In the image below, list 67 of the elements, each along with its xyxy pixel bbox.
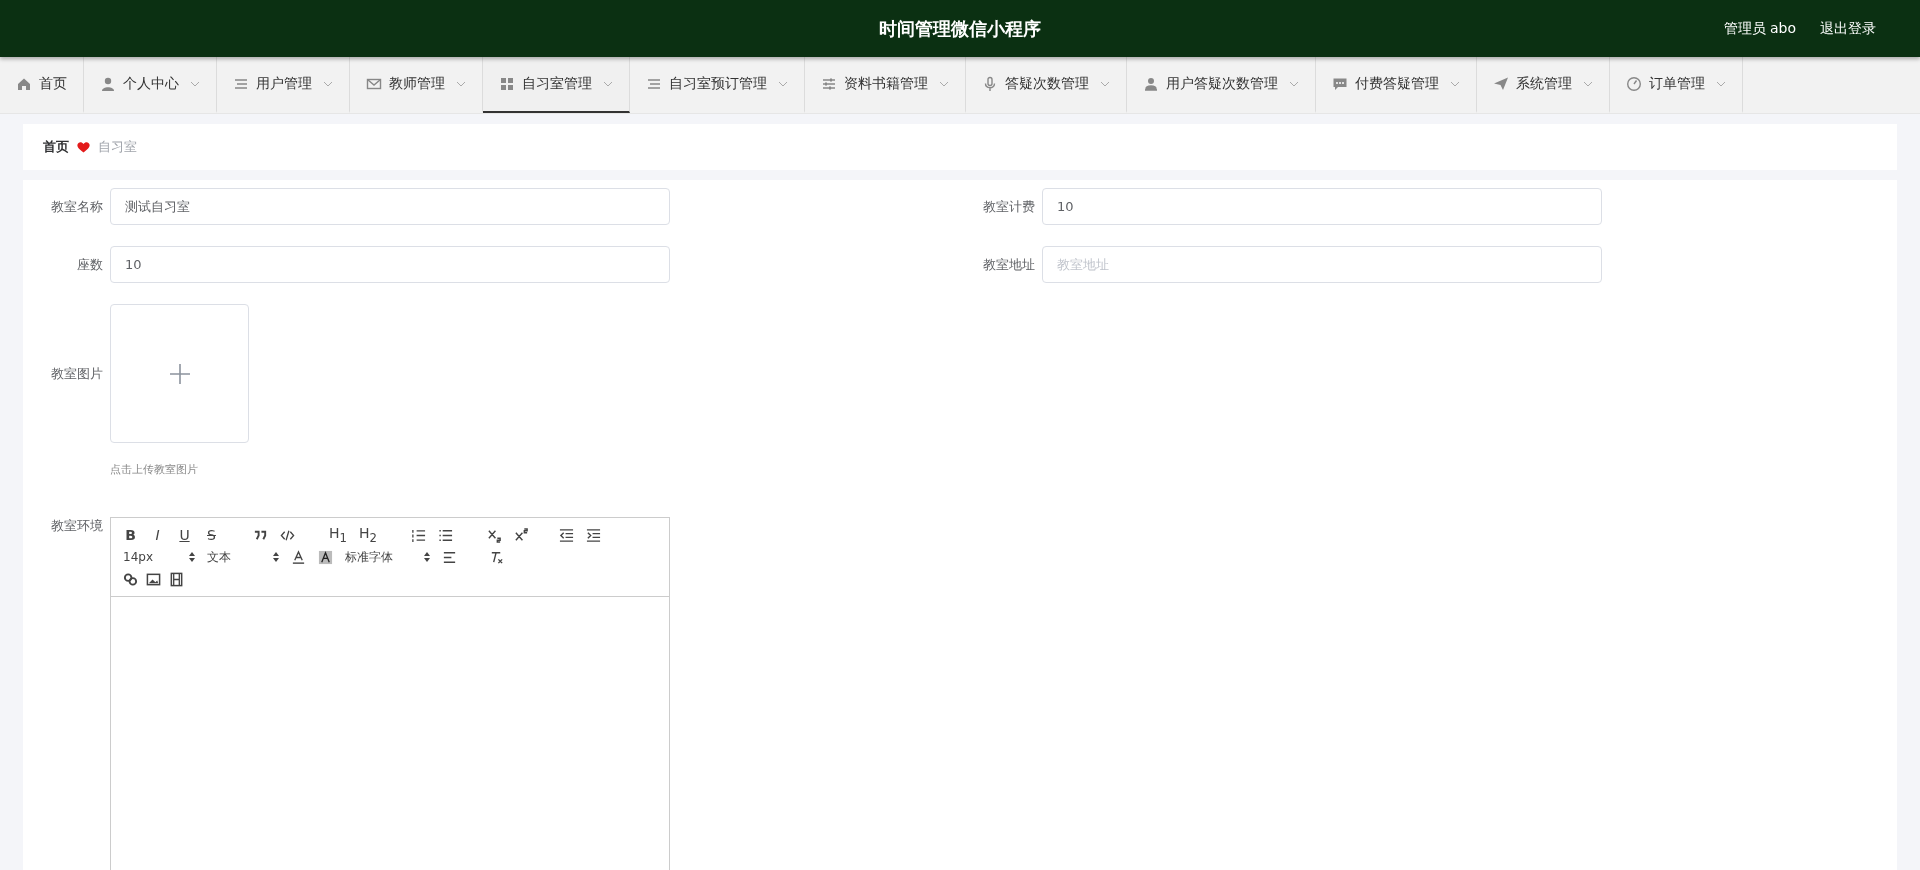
- link-icon: [123, 571, 138, 587]
- format-button[interactable]: S: [204, 527, 219, 543]
- heading-button[interactable]: H$_{1}$: [329, 525, 347, 545]
- person-icon: [1143, 76, 1159, 92]
- format-button[interactable]: U: [177, 527, 192, 543]
- field-label: 教室图片: [50, 364, 104, 383]
- nav-tab[interactable]: 订单管理: [1610, 57, 1743, 113]
- editor-select[interactable]: 标准字体: [345, 548, 430, 566]
- nav-tab[interactable]: 系统管理: [1477, 57, 1610, 113]
- nav-tab[interactable]: 资料书籍管理: [805, 57, 966, 113]
- nav-tab[interactable]: 答疑次数管理: [966, 57, 1127, 113]
- subscript-icon: [486, 527, 502, 543]
- plus-icon: [168, 362, 191, 385]
- nav-tab[interactable]: 自习室预订管理: [630, 57, 805, 113]
- address-input[interactable]: 教室地址: [1042, 246, 1602, 283]
- editor-select[interactable]: 文本: [207, 548, 279, 566]
- person-icon: [100, 76, 116, 92]
- breadcrumb-current: 自习室: [98, 138, 137, 156]
- updown-icon: [189, 552, 195, 562]
- breadcrumb-link[interactable]: 首页: [43, 138, 69, 156]
- clear-format-icon: [489, 549, 504, 565]
- name-input[interactable]: 测试自习室: [110, 188, 670, 225]
- nav-tab[interactable]: 首页: [0, 57, 84, 113]
- list-icon: [646, 76, 662, 92]
- nav-tab[interactable]: 自习室管理: [483, 57, 630, 113]
- indent-icon: [585, 527, 601, 543]
- list-icon: [233, 76, 249, 92]
- upload-hint: 点击上传教室图片: [110, 462, 199, 477]
- heading-button[interactable]: H$_{2}$: [358, 525, 377, 545]
- text-color-icon: [291, 549, 306, 565]
- image-upload[interactable]: [110, 304, 249, 443]
- nav-tab[interactable]: 个人中心: [84, 57, 217, 113]
- app-title: 时间管理微信小程序: [879, 16, 1041, 41]
- outdent-icon: [558, 527, 574, 543]
- updown-icon: [424, 552, 430, 562]
- film-icon: [169, 571, 184, 587]
- gauge-icon: [1626, 76, 1642, 92]
- nav-tab[interactable]: 用户管理: [217, 57, 350, 113]
- paper-plane-icon: [1493, 76, 1509, 92]
- field-label: 教室地址: [982, 255, 1036, 274]
- user-name: 管理员 abo: [1723, 19, 1796, 38]
- superscript-icon: [513, 527, 529, 543]
- home-icon: [16, 76, 32, 92]
- field-label: 教室名称: [50, 197, 104, 216]
- numbered-list-icon: [410, 527, 426, 543]
- grid-icon: [499, 76, 515, 92]
- highlight-icon: [318, 549, 333, 565]
- updown-icon: [273, 552, 279, 562]
- field-label: 座数: [76, 255, 104, 274]
- bullet-list-icon: [437, 527, 453, 543]
- align-icon: [442, 549, 457, 565]
- sliders-icon: [821, 76, 837, 92]
- nav-tab[interactable]: 付费答疑管理: [1316, 57, 1477, 113]
- microphone-icon: [982, 76, 998, 92]
- image-icon: [146, 571, 161, 587]
- field-label: 教室计费: [982, 197, 1036, 216]
- nav-tab[interactable]: 用户答疑次数管理: [1127, 57, 1316, 113]
- format-button[interactable]: B: [123, 527, 138, 543]
- editor-select[interactable]: 14px: [123, 550, 195, 564]
- format-button[interactable]: I: [150, 527, 165, 543]
- heart-icon: [77, 141, 90, 153]
- envelope-icon: [366, 76, 382, 92]
- chat-icon: [1332, 76, 1348, 92]
- seats-input[interactable]: 10: [110, 246, 670, 283]
- field-label: 教室环境: [50, 517, 104, 535]
- fee-input[interactable]: 10: [1042, 188, 1602, 225]
- logout-link[interactable]: 退出登录: [1820, 19, 1876, 38]
